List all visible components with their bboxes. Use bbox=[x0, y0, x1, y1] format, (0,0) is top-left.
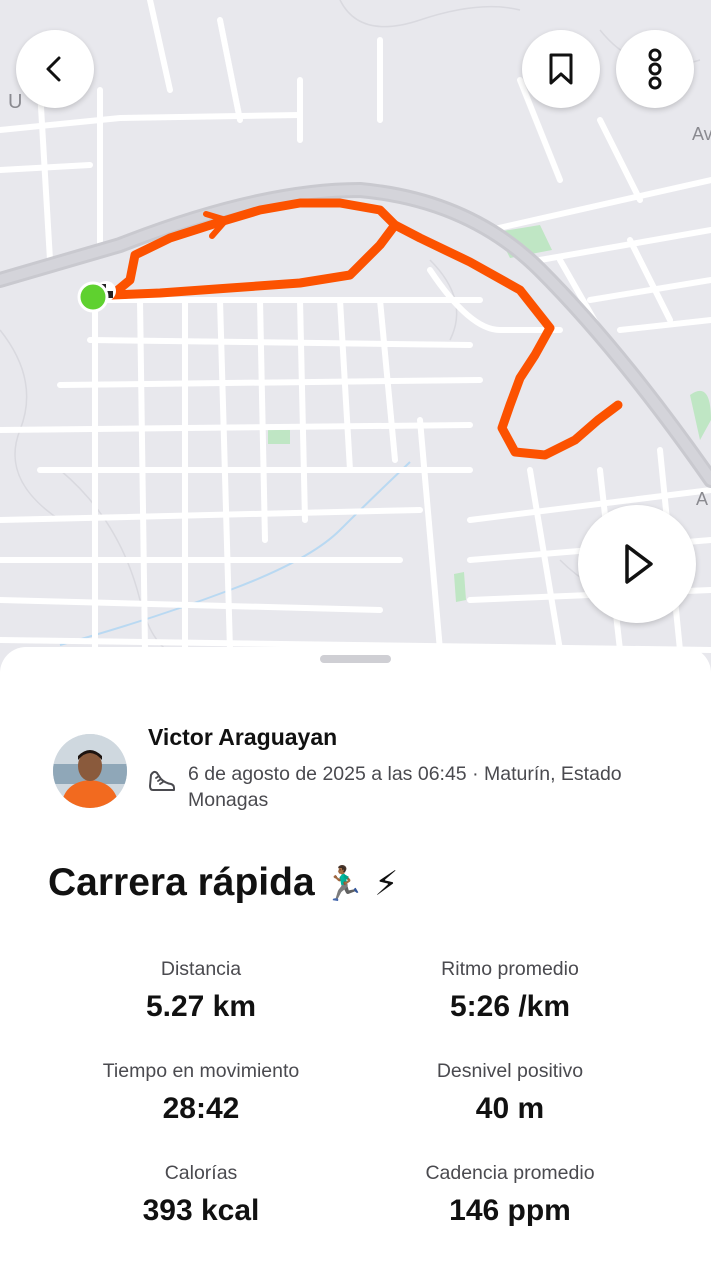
more-vertical-icon bbox=[648, 48, 662, 90]
stat-avg-pace: Ritmo promedio 5:26 /km bbox=[345, 956, 675, 1024]
chevron-left-icon bbox=[46, 56, 61, 82]
stat-value: 5.27 km bbox=[145, 990, 257, 1023]
activity-title: Carrera rápida 🏃🏾‍♂️ ⚡ bbox=[48, 861, 398, 905]
stat-elevation-gain: Desnivel positivo 40 m bbox=[345, 1058, 675, 1126]
stat-label: Cadencia promedio bbox=[425, 1162, 595, 1184]
map-label-right-bottom: A bbox=[696, 489, 708, 509]
stat-value: 28:42 bbox=[162, 1092, 240, 1125]
stat-value: 393 kcal bbox=[142, 1194, 260, 1227]
activity-title-text: Carrera rápida bbox=[48, 861, 315, 904]
activity-title-emoji: 🏃🏾‍♂️ ⚡ bbox=[322, 865, 399, 903]
sheet-drag-handle[interactable] bbox=[320, 655, 391, 663]
stat-calories: Calorías 393 kcal bbox=[36, 1160, 366, 1228]
stat-moving-time: Tiempo en movimiento 28:42 bbox=[36, 1058, 366, 1126]
map-label-top-left: U bbox=[8, 91, 22, 113]
back-button[interactable] bbox=[16, 30, 94, 108]
stat-label: Calorías bbox=[164, 1162, 238, 1184]
stat-distance: Distancia 5.27 km bbox=[36, 956, 366, 1024]
stat-label: Ritmo promedio bbox=[441, 958, 579, 980]
stat-label: Distancia bbox=[160, 958, 242, 980]
athlete-avatar[interactable] bbox=[53, 734, 127, 808]
stat-label: Desnivel positivo bbox=[436, 1060, 584, 1082]
map-label-right-top: Av bbox=[692, 124, 711, 144]
activity-date-location: 6 de agosto de 2025 a las 06:45 · Maturí… bbox=[188, 763, 622, 811]
running-shoe-icon bbox=[149, 770, 175, 791]
stat-value: 146 ppm bbox=[449, 1194, 571, 1227]
play-flyover-button[interactable] bbox=[578, 505, 696, 623]
bookmark-button[interactable] bbox=[522, 30, 600, 108]
start-marker bbox=[77, 281, 109, 313]
more-options-button[interactable] bbox=[616, 30, 694, 108]
stat-value: 5:26 /km bbox=[449, 990, 571, 1023]
play-icon bbox=[625, 544, 653, 584]
stat-label: Tiempo en movimiento bbox=[102, 1060, 300, 1082]
stat-avg-cadence: Cadencia promedio 146 ppm bbox=[345, 1160, 675, 1228]
activity-sheet: Victor Araguayan 6 de agosto de 2025 a l… bbox=[0, 647, 711, 1280]
athlete-name[interactable]: Victor Araguayan bbox=[148, 724, 337, 751]
stat-value: 40 m bbox=[475, 1092, 545, 1125]
avatar-photo bbox=[53, 734, 127, 808]
bookmark-icon bbox=[549, 53, 573, 85]
